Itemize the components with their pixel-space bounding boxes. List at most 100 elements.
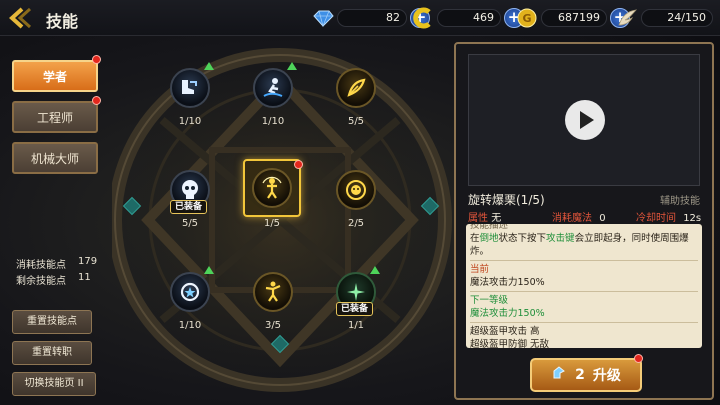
attribute-row: 属性 无 <box>468 209 501 224</box>
upgrade-available-icon <box>287 62 297 70</box>
page-title: 技能 <box>46 12 79 31</box>
switch-skill-page-button[interactable]: 切换技能页 II <box>12 372 96 396</box>
wing-icon <box>616 7 638 29</box>
divider <box>470 260 698 261</box>
remaining-skill-points: 剩余技能点 11 <box>16 272 91 287</box>
cooldown-value: 12s <box>683 213 702 224</box>
desc-keyword: 倒地 <box>479 233 499 244</box>
upgrade-available-icon <box>204 266 214 274</box>
skill-level: 2/5 <box>347 218 365 229</box>
cooldown-row: 冷却时间 12s <box>636 209 701 224</box>
skill-point-icon <box>551 365 567 385</box>
upgrade-available-icon <box>204 62 214 70</box>
attribute-value: 无 <box>491 213 502 224</box>
divider <box>470 322 698 323</box>
spin-explosion-icon <box>252 168 292 208</box>
super-armor-defense: 超级盔甲防御 无敌 <box>470 339 550 348</box>
skill-preview-video[interactable] <box>468 54 700 186</box>
upgrade-available-icon <box>370 266 380 274</box>
equipped-badge: 已装备 <box>170 200 208 214</box>
top-bar: 技能 82 + 469 + G 687199 + 24/150 <box>0 0 720 36</box>
next-level-label: 下一等级 <box>470 295 509 306</box>
super-armor-attack: 超级盔甲攻击 高 <box>470 326 540 337</box>
upgrade-button[interactable]: 2 升级 <box>530 358 642 392</box>
skill-slot-1[interactable]: 1/10 <box>168 62 214 127</box>
class-tab-label: 机械大师 <box>30 152 79 166</box>
skill-slot-6[interactable]: 2/5 <box>334 168 378 229</box>
skill-slot-2[interactable]: 1/10 <box>251 62 297 127</box>
desc-text: 在 <box>470 233 480 244</box>
svg-text:G: G <box>522 12 531 25</box>
jumping-figure-icon <box>253 272 293 312</box>
mana-cost-row: 消耗魔法 0 <box>552 209 606 224</box>
blue-crystal-icon <box>312 7 334 29</box>
notification-dot <box>294 160 303 169</box>
resource-energy: 469 + <box>412 7 524 29</box>
class-tab-mechanic[interactable]: 机械大师 <box>12 142 98 174</box>
stamina-count: 24/150 <box>641 9 713 27</box>
skill-level: 1/10 <box>178 320 202 331</box>
star-burst-icon <box>170 272 210 312</box>
upgrade-label: 升级 <box>592 368 621 384</box>
diamond-count: 82 <box>337 9 407 27</box>
stat-value: 11 <box>78 272 91 283</box>
description-text: 在倒地状态下按下攻击键会立即起身，同时使周围爆炸。 <box>466 232 702 258</box>
mana-cost-label: 消耗魔法 <box>552 213 592 224</box>
stat-label: 消耗技能点 <box>16 260 66 271</box>
current-level-value: 魔法攻击力150% <box>470 277 545 288</box>
skill-tree: 1/10 1/10 5/5 已装备 5/5 1/5 2/5 1/10 3/5 已… <box>112 40 452 405</box>
desc-text: 状态下按下 <box>498 233 547 244</box>
skill-slot-4[interactable]: 已装备 5/5 <box>168 168 212 229</box>
cooldown-label: 冷却时间 <box>636 213 676 224</box>
skill-slot-7[interactable]: 1/10 <box>168 266 214 331</box>
class-tab-engineer[interactable]: 工程师 <box>12 101 98 133</box>
description-header: 技能描述 <box>470 224 509 231</box>
stat-label: 剩余技能点 <box>16 276 66 287</box>
class-tab-scholar[interactable]: 学者 <box>12 60 98 92</box>
energy-count: 469 <box>437 9 501 27</box>
skill-level: 5/5 <box>181 218 199 229</box>
desc-keyword: 攻击键 <box>546 233 575 244</box>
play-icon[interactable] <box>565 100 605 140</box>
skill-slot-3[interactable]: 5/5 <box>334 66 378 127</box>
class-tab-label: 学者 <box>42 70 67 84</box>
upgrade-cost: 2 <box>575 367 585 383</box>
skill-level: 1/10 <box>178 116 202 127</box>
resource-stamina: 24/150 <box>616 7 713 29</box>
skill-level: 1/1 <box>347 320 365 331</box>
attribute-label: 属性 <box>468 213 488 224</box>
current-level-label: 当前 <box>470 264 490 275</box>
skill-name: 旋转爆栗(1/5) <box>468 193 545 207</box>
mana-cost-value: 0 <box>599 213 606 224</box>
skill-type: 辅助技能 <box>660 196 700 207</box>
skill-level: 5/5 <box>347 116 365 127</box>
back-arrow-icon[interactable] <box>8 6 34 30</box>
mask-face-icon <box>336 170 376 210</box>
divider <box>470 291 698 292</box>
skill-slot-8[interactable]: 3/5 <box>251 270 295 331</box>
skill-level: 1/10 <box>261 116 285 127</box>
stat-value: 179 <box>78 256 98 267</box>
spent-skill-points: 消耗技能点 179 <box>16 256 97 271</box>
gold-count: 687199 <box>541 9 607 27</box>
yellow-c-icon <box>412 7 434 29</box>
next-level-value: 魔法攻击力150% <box>470 308 545 319</box>
skill-slot-5[interactable]: 1/5 <box>250 160 303 229</box>
scroll-leaf-icon <box>336 68 376 108</box>
notification-dot <box>92 96 101 105</box>
class-tab-label: 工程师 <box>36 111 73 125</box>
reset-job-button[interactable]: 重置转职 <box>12 341 92 365</box>
gold-coin-icon: G <box>516 7 538 29</box>
reset-skill-points-button[interactable]: 重置技能点 <box>12 310 92 334</box>
notification-dot <box>634 354 643 363</box>
equipped-badge: 已装备 <box>336 302 374 316</box>
resource-gold: G 687199 + <box>516 7 630 29</box>
skill-level: 3/5 <box>264 320 282 331</box>
dash-runner-icon <box>253 68 293 108</box>
skill-description-box[interactable]: 技能描述 在倒地状态下按下攻击键会立即起身，同时使周围爆炸。 当前 魔法攻击力1… <box>466 224 702 348</box>
skill-level: 1/5 <box>263 218 281 229</box>
notification-dot <box>92 55 101 64</box>
skill-slot-9[interactable]: 已装备 1/1 <box>334 266 380 331</box>
boots-icon <box>170 68 210 108</box>
skill-detail-panel: 旋转爆栗(1/5) 辅助技能 属性 无 消耗魔法 0 冷却时间 12s 技能描述… <box>454 42 714 400</box>
